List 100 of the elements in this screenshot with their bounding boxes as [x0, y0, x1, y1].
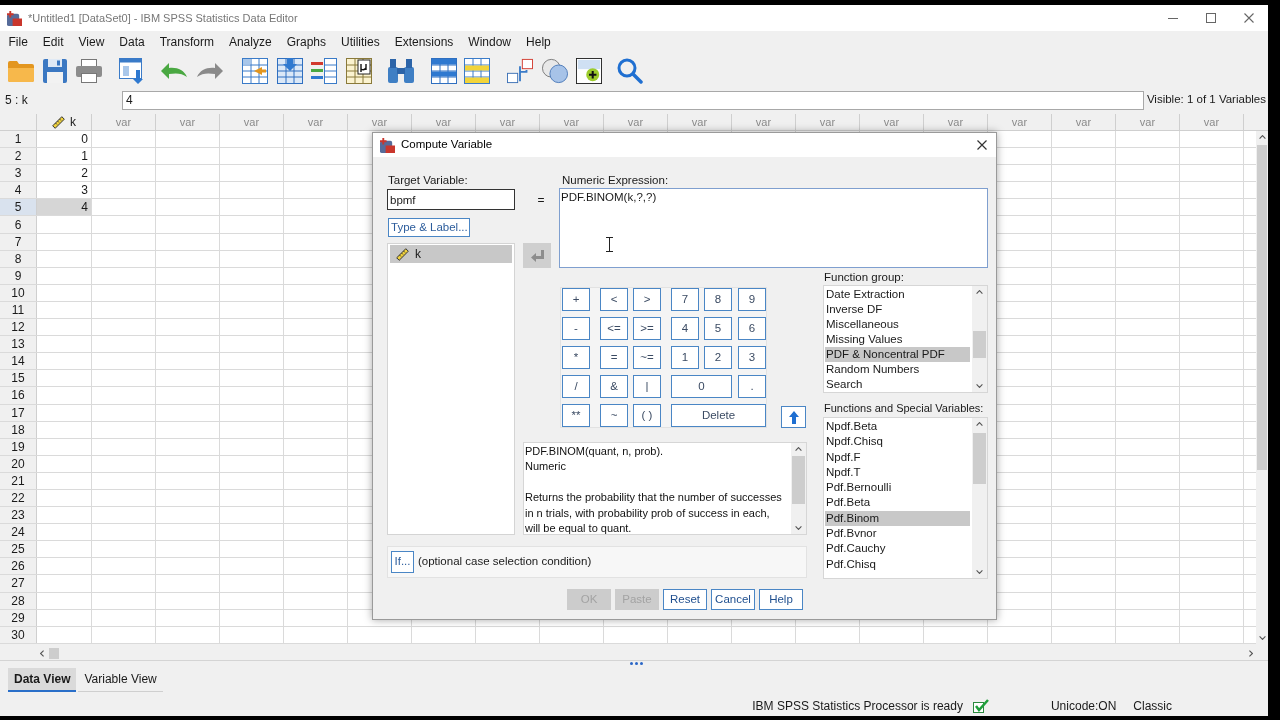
- menu-item[interactable]: Help: [518, 31, 559, 53]
- keypad-key[interactable]: >=: [633, 317, 661, 340]
- keypad-key[interactable]: 4: [671, 317, 699, 340]
- striped-table-icon[interactable]: [464, 58, 490, 84]
- cell-value-field[interactable]: 4: [122, 90, 1144, 110]
- row-header[interactable]: 25: [0, 541, 37, 558]
- vertical-scrollbar[interactable]: [972, 418, 987, 578]
- maximize-icon[interactable]: [1206, 13, 1216, 23]
- row-header[interactable]: 15: [0, 370, 37, 387]
- undo-icon[interactable]: [161, 63, 187, 79]
- keypad-key[interactable]: >: [633, 288, 661, 311]
- column-header[interactable]: k: [37, 114, 92, 130]
- row-header[interactable]: 14: [0, 353, 37, 370]
- keypad-key[interactable]: 2: [704, 346, 732, 369]
- keypad-key[interactable]: ~: [600, 404, 628, 427]
- scrollbar-thumb[interactable]: [973, 433, 986, 484]
- menu-item[interactable]: Extensions: [387, 31, 461, 53]
- row-header[interactable]: 23: [0, 507, 37, 524]
- insert-function-button[interactable]: [781, 406, 806, 428]
- vertical-scrollbar[interactable]: [791, 443, 806, 534]
- row-header[interactable]: 5: [0, 199, 37, 216]
- vertical-scrollbar[interactable]: [972, 286, 987, 392]
- keypad-key[interactable]: .: [738, 375, 766, 398]
- menu-item[interactable]: View: [71, 31, 112, 53]
- close-icon[interactable]: [1244, 13, 1254, 23]
- function-group-item[interactable]: Miscellaneous: [825, 317, 901, 332]
- keypad-key[interactable]: |: [633, 375, 661, 398]
- function-group-item[interactable]: PDF & Noncentral PDF: [825, 347, 970, 362]
- menu-item[interactable]: Transform: [152, 31, 222, 53]
- keypad-key[interactable]: 5: [704, 317, 732, 340]
- keypad-key[interactable]: *: [562, 346, 590, 369]
- numeric-expression-field[interactable]: PDF.BINOM(k,?,?): [559, 188, 988, 268]
- keypad-key[interactable]: ~=: [633, 346, 661, 369]
- search-icon[interactable]: [617, 58, 643, 84]
- value-labels-table-icon[interactable]: [346, 58, 372, 84]
- function-group-item[interactable]: Inverse DF: [825, 302, 885, 317]
- close-icon[interactable]: [977, 140, 987, 150]
- redo-icon[interactable]: [197, 63, 223, 79]
- overlapping-circles-icon[interactable]: [542, 58, 568, 84]
- dialog-button[interactable]: Cancel: [711, 589, 755, 610]
- type-label-button[interactable]: Type & Label...: [388, 218, 470, 237]
- save-icon[interactable]: [43, 59, 67, 83]
- row-header[interactable]: 3: [0, 165, 37, 182]
- chevron-up-icon[interactable]: [1258, 135, 1266, 139]
- table-header-rows-icon[interactable]: [431, 58, 457, 84]
- keypad-key[interactable]: -: [562, 317, 590, 340]
- chevron-left-icon[interactable]: [40, 649, 44, 657]
- function-group-item[interactable]: Random Numbers: [825, 362, 922, 377]
- menu-item[interactable]: Window: [460, 31, 519, 53]
- row-header[interactable]: 12: [0, 319, 37, 336]
- variable-list-item[interactable]: k: [390, 245, 512, 263]
- printer-icon[interactable]: [76, 59, 102, 83]
- if-button[interactable]: If...: [391, 551, 414, 573]
- keypad-key[interactable]: 9: [738, 288, 766, 311]
- row-header[interactable]: 2: [0, 148, 37, 165]
- row-header[interactable]: 4: [0, 182, 37, 199]
- scrollbar-thumb[interactable]: [792, 456, 805, 504]
- chevron-down-icon[interactable]: [795, 526, 802, 530]
- scrollbar-thumb[interactable]: [49, 647, 59, 659]
- chevron-down-icon[interactable]: [1258, 635, 1266, 640]
- minimize-icon[interactable]: [1168, 17, 1178, 19]
- view-tab[interactable]: Data View: [8, 667, 77, 692]
- chevron-up-icon[interactable]: [976, 290, 983, 294]
- keypad-key[interactable]: 0: [671, 375, 732, 398]
- menu-item[interactable]: Graphs: [279, 31, 334, 53]
- keypad-key[interactable]: =: [600, 346, 628, 369]
- binoculars-icon[interactable]: [388, 59, 414, 83]
- keypad-key[interactable]: 7: [671, 288, 699, 311]
- menu-item[interactable]: Data: [111, 31, 153, 53]
- chevron-up-icon[interactable]: [976, 422, 983, 426]
- dialog-button[interactable]: Help: [759, 589, 803, 610]
- row-header[interactable]: 6: [0, 216, 37, 233]
- keypad-key[interactable]: <=: [600, 317, 628, 340]
- keypad-key[interactable]: **: [562, 404, 590, 427]
- variable-list-icon[interactable]: [311, 58, 337, 84]
- menu-item[interactable]: Analyze: [221, 31, 280, 53]
- keypad-key[interactable]: +: [562, 288, 590, 311]
- keypad-key[interactable]: 6: [738, 317, 766, 340]
- window-arrow-icon[interactable]: [119, 58, 145, 84]
- menu-item[interactable]: File: [1, 31, 36, 53]
- menu-item[interactable]: Utilities: [333, 31, 388, 53]
- chevron-up-icon[interactable]: [795, 447, 802, 451]
- keypad-key[interactable]: 8: [704, 288, 732, 311]
- keypad-key[interactable]: 1: [671, 346, 699, 369]
- table-arrow-icon[interactable]: [242, 58, 268, 84]
- chevron-right-icon[interactable]: [1249, 649, 1253, 657]
- keypad-key[interactable]: /: [562, 375, 590, 398]
- split-boxes-icon[interactable]: [507, 58, 533, 84]
- chevron-down-icon[interactable]: [976, 570, 983, 574]
- function-group-item[interactable]: Search: [825, 377, 865, 392]
- dialog-button[interactable]: Reset: [663, 589, 707, 610]
- row-header[interactable]: 26: [0, 558, 37, 575]
- row-header[interactable]: 27: [0, 575, 37, 592]
- add-box-icon[interactable]: [576, 57, 602, 85]
- row-header[interactable]: 13: [0, 336, 37, 353]
- keypad-key[interactable]: &: [600, 375, 628, 398]
- row-header[interactable]: 16: [0, 387, 37, 404]
- keypad-key[interactable]: ( ): [633, 404, 661, 427]
- target-variable-field[interactable]: bpmf: [387, 189, 515, 210]
- keypad-key[interactable]: <: [600, 288, 628, 311]
